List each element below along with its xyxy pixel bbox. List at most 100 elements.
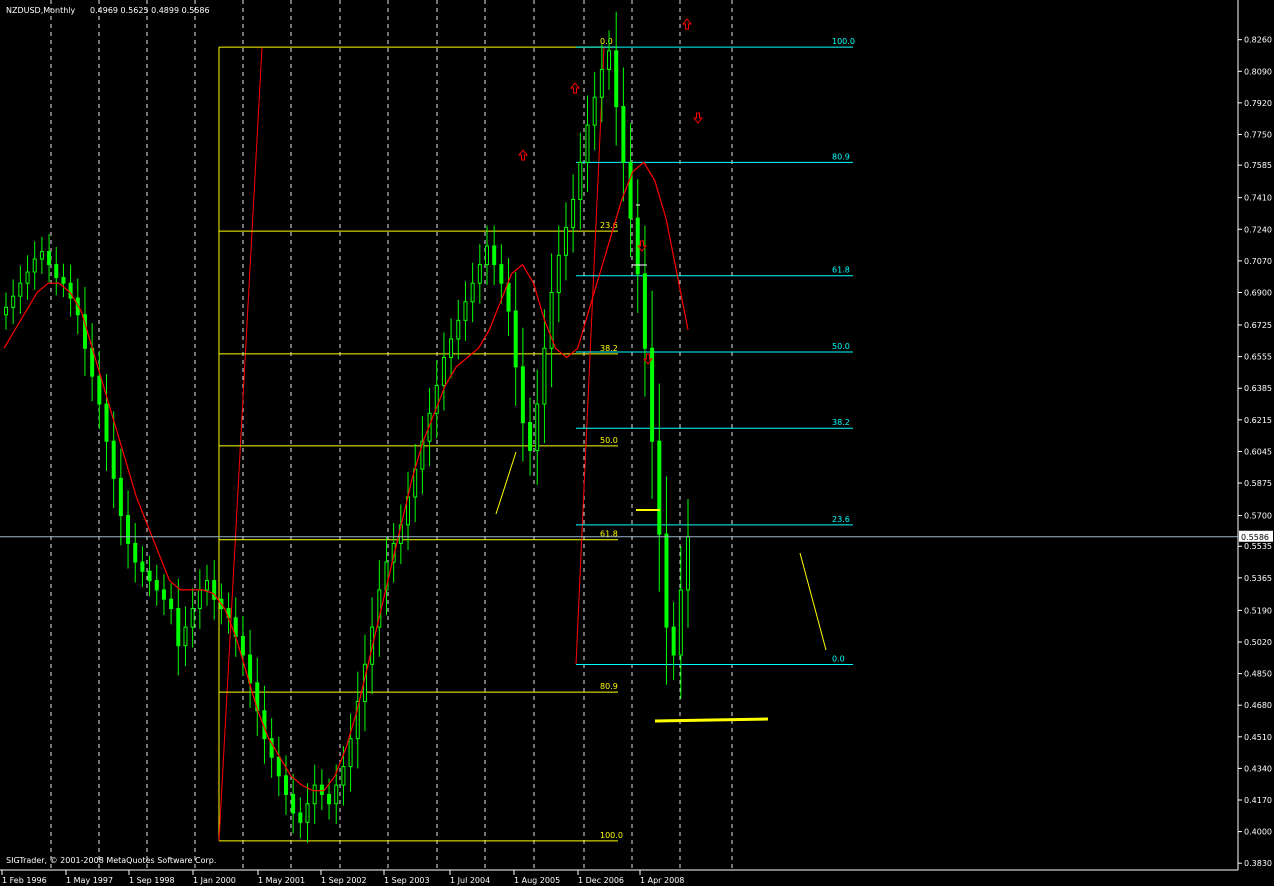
- fib-secondary-label: 38.2: [832, 418, 850, 427]
- fib-secondary-label: 100.0: [832, 37, 855, 46]
- candle-body: [628, 161, 633, 219]
- candle-body: [650, 347, 655, 442]
- candle-body: [291, 793, 296, 814]
- candle-body: [18, 282, 23, 297]
- candle-body: [686, 536, 690, 591]
- x-tick-label: 1 May 1997: [66, 876, 113, 885]
- candle-body: [348, 738, 353, 768]
- candle-body: [499, 264, 504, 284]
- y-tick-label: 0.7070: [1244, 257, 1272, 266]
- candle-body: [585, 124, 590, 163]
- candle-body: [578, 161, 583, 201]
- candle-body: [305, 803, 310, 823]
- candle-body: [39, 251, 44, 260]
- candle-body: [319, 784, 324, 795]
- y-tick-label: 0.8260: [1244, 36, 1272, 45]
- y-tick-label: 0.5700: [1244, 512, 1272, 521]
- candle-body: [197, 589, 202, 610]
- candle-body: [312, 784, 317, 805]
- fib-primary-label: 50.0: [600, 436, 618, 445]
- y-tick-label: 0.5190: [1244, 606, 1272, 615]
- candle-body: [607, 50, 612, 70]
- candle-body: [678, 589, 683, 656]
- x-tick-label: 1 Jul 2004: [450, 876, 490, 885]
- candle-body: [456, 319, 461, 340]
- candle-body: [32, 258, 37, 273]
- y-tick-label: 0.6555: [1244, 353, 1272, 362]
- candle-body: [492, 245, 497, 266]
- y-tick-label: 0.4340: [1244, 764, 1272, 773]
- candle-body: [298, 812, 303, 823]
- candle-body: [248, 654, 253, 684]
- candle-body: [449, 338, 454, 359]
- candle-body: [506, 282, 511, 312]
- y-tick-label: 0.6385: [1244, 384, 1272, 393]
- candle-body: [118, 477, 123, 517]
- candle-body: [47, 251, 52, 266]
- candle-body: [535, 403, 540, 452]
- y-tick-label: 0.7920: [1244, 99, 1272, 108]
- candle-body: [54, 264, 59, 279]
- candle-body: [563, 226, 568, 256]
- candle-body: [664, 533, 669, 628]
- x-tick-label: 1 Aug 2005: [514, 876, 560, 885]
- price-chart[interactable]: 0.0 23.6 38.2 50.0 61.8 80.9 100.0 100.0 80.9 61.…: [0, 0, 1274, 886]
- fib-primary-label: 61.8: [600, 530, 618, 539]
- x-tick-label: 1 May 2001: [258, 876, 305, 885]
- candle-body: [614, 50, 619, 108]
- chart-background: [0, 0, 1274, 886]
- ohlc-readout: 0.4969 0.5625 0.4899 0.5586: [90, 6, 210, 15]
- y-tick-label: 0.4850: [1244, 670, 1272, 679]
- candle-body: [657, 440, 662, 535]
- y-tick-label: 0.6725: [1244, 321, 1272, 330]
- candle-body: [484, 245, 489, 266]
- x-tick-label: 1 Jan 2000: [193, 876, 236, 885]
- y-tick-label: 0.5020: [1244, 638, 1272, 647]
- candle-body: [190, 608, 195, 628]
- candle-body: [671, 626, 676, 656]
- fib-secondary-label: 0.0: [832, 654, 845, 663]
- candle-body: [147, 570, 152, 582]
- y-tick-label: 0.6900: [1244, 288, 1272, 297]
- marker-yellow-thick[interactable]: [654, 717, 769, 723]
- candle-body: [240, 635, 245, 656]
- candle-body: [592, 96, 597, 126]
- y-tick-label: 0.7585: [1244, 161, 1272, 170]
- candle-body: [621, 106, 626, 163]
- candle-body: [276, 756, 281, 777]
- candle-body: [183, 626, 188, 647]
- candle-body: [176, 608, 181, 647]
- candle-body: [513, 310, 518, 368]
- fib-secondary-label: 61.8: [832, 266, 850, 275]
- fib-primary-label: 100.0: [600, 831, 623, 840]
- candle-body: [520, 366, 525, 424]
- y-tick-label: 0.4680: [1244, 701, 1272, 710]
- candle-body: [169, 598, 174, 610]
- candle-body: [161, 589, 166, 600]
- x-tick-label: 1 Apr 2008: [640, 876, 684, 885]
- candle-body: [61, 277, 66, 284]
- candle-body: [642, 273, 647, 349]
- candle-body: [111, 440, 116, 479]
- y-tick-label: 0.6215: [1244, 416, 1272, 425]
- candle-body: [25, 271, 30, 284]
- candle-body: [556, 254, 561, 293]
- y-tick-label: 0.5875: [1244, 479, 1272, 488]
- candle-body: [477, 264, 482, 284]
- x-tick-label: 1 Dec 2006: [578, 876, 624, 885]
- fib-secondary-label: 50.0: [832, 342, 850, 351]
- candle-body: [470, 282, 475, 303]
- y-tick-label: 0.7410: [1244, 194, 1272, 203]
- candle-body: [205, 580, 210, 591]
- candle-body: [599, 68, 604, 98]
- y-tick-label: 0.7240: [1244, 225, 1272, 234]
- candle-body: [154, 580, 159, 591]
- candle-body: [104, 403, 109, 442]
- candle-body: [133, 542, 138, 563]
- y-tick-label: 0.5365: [1244, 574, 1272, 583]
- candle-body: [4, 306, 8, 316]
- candle-body: [441, 357, 446, 386]
- x-tick-label: 1 Sep 2002: [321, 876, 367, 885]
- candle-body: [528, 422, 533, 452]
- candle-body: [11, 295, 16, 308]
